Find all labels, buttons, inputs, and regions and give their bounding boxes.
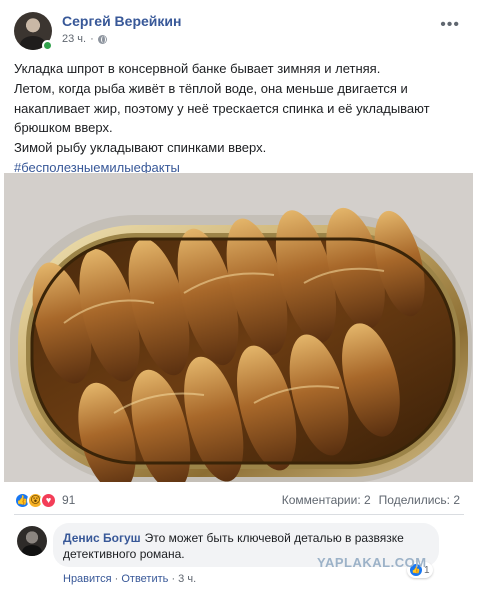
post-text-line: Укладка шпрот в консервной банке бывает … [14, 61, 381, 76]
divider [14, 514, 464, 515]
post-text: Укладка шпрот в консервной банке бывает … [14, 59, 466, 178]
post-author-name[interactable]: Сергей Верейкин [62, 13, 181, 29]
sprats-tin-image [4, 173, 473, 482]
post-photo[interactable] [4, 173, 473, 482]
comment-reply-action[interactable]: Ответить [121, 573, 168, 585]
reactions-bar[interactable]: 👍 😮 ♥ 91 [14, 490, 75, 510]
action-separator: · [171, 573, 176, 585]
comment-like-action[interactable]: Нравится [63, 573, 112, 585]
post-meta: 23 ч. · [62, 33, 107, 45]
online-status-dot [42, 40, 53, 51]
comment-time[interactable]: 3 ч. [178, 573, 196, 585]
comment-actions: Нравится · Ответить · 3 ч. [63, 573, 196, 585]
post-text-line: Зимой рыбу укладывают спинками вверх. [14, 140, 267, 156]
post-header: Сергей Верейкин 23 ч. · ••• [14, 12, 464, 52]
comments-count[interactable]: Комментарии: 2 [282, 493, 371, 507]
post-text-line: брюшком вверх. [14, 120, 113, 136]
reaction-count[interactable]: 91 [62, 493, 75, 507]
globe-icon [97, 34, 107, 44]
love-icon: ♥ [40, 491, 57, 509]
post-stats: Комментарии: 2 Поделились: 2 [282, 493, 460, 507]
post-time[interactable]: 23 ч. [62, 33, 86, 45]
avatar-figure [22, 545, 42, 556]
meta-separator: · [90, 33, 94, 45]
post-text-line: накапливает жир, поэтому у неё трескаетс… [14, 100, 430, 116]
action-separator: · [114, 573, 119, 585]
post-text-line: Летом, когда рыба живёт в тёплой воде, о… [14, 80, 408, 96]
ellipsis-icon[interactable]: ••• [440, 16, 460, 34]
commenter-avatar[interactable] [17, 526, 47, 556]
comment-author[interactable]: Денис Богуш [63, 531, 141, 545]
shares-count[interactable]: Поделились: 2 [379, 493, 460, 507]
watermark: YAPLAKAL.COM [317, 555, 427, 570]
